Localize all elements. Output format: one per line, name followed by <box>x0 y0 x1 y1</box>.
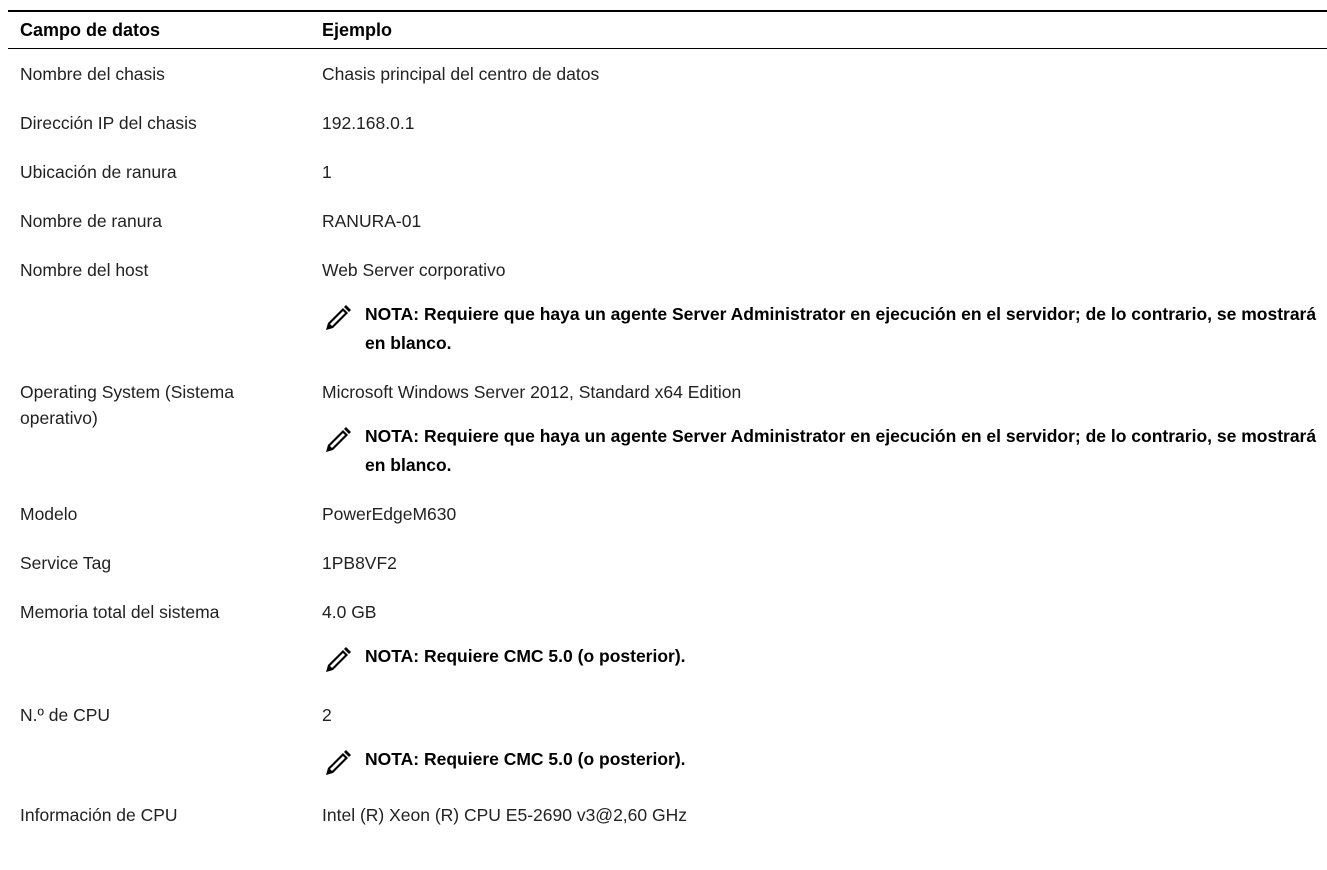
table-row: Dirección IP del chasis 192.168.0.1 <box>8 110 1327 136</box>
field-value: 1PB8VF2 <box>322 553 397 573</box>
field-value: 2 <box>322 705 332 725</box>
note: NOTA: Requiere que haya un agente Server… <box>322 300 1327 358</box>
field-value: RANURA-01 <box>322 211 422 231</box>
header-example: Ejemplo <box>322 19 393 40</box>
table-row: Nombre de ranura RANURA-01 <box>8 208 1327 234</box>
note-text: NOTA: Requiere que haya un agente Server… <box>365 426 1317 475</box>
note: NOTA: Requiere CMC 5.0 (o posterior). <box>322 745 1327 779</box>
table-row: N.º de CPU 2 NOTA: Requiere CMC 5.0 (o p… <box>8 702 1327 779</box>
field-value: 4.0 GB <box>322 602 377 622</box>
table-header-row: Campo de datos Ejemplo <box>8 12 1327 49</box>
note-text: NOTA: Requiere CMC 5.0 (o posterior). <box>365 749 686 769</box>
note-text: NOTA: Requiere CMC 5.0 (o posterior). <box>365 646 686 666</box>
field-name: Dirección IP del chasis <box>20 113 197 133</box>
field-value: Chasis principal del centro de datos <box>322 64 600 84</box>
field-value: Microsoft Windows Server 2012, Standard … <box>322 382 742 402</box>
field-value: PowerEdgeM630 <box>322 504 457 524</box>
table-row: Memoria total del sistema 4.0 GB NOTA: R… <box>8 599 1327 676</box>
field-name: Nombre de ranura <box>20 211 163 231</box>
table-row: Service Tag 1PB8VF2 <box>8 550 1327 576</box>
table-row: Modelo PowerEdgeM630 <box>8 501 1327 527</box>
field-value: 192.168.0.1 <box>322 113 415 133</box>
header-data-field: Campo de datos <box>20 19 161 40</box>
field-value: Web Server corporativo <box>322 260 506 280</box>
note: NOTA: Requiere que haya un agente Server… <box>322 422 1327 480</box>
field-name: Ubicación de ranura <box>20 162 177 182</box>
field-name: Service Tag <box>20 553 112 573</box>
field-value: 1 <box>322 162 332 182</box>
field-name: Información de CPU <box>20 805 178 825</box>
table-row: Nombre del chasis Chasis principal del c… <box>8 61 1327 87</box>
note: NOTA: Requiere CMC 5.0 (o posterior). <box>322 642 1327 676</box>
note-text: NOTA: Requiere que haya un agente Server… <box>365 304 1317 353</box>
pencil-note-icon <box>322 302 354 334</box>
pencil-note-icon <box>322 747 354 779</box>
pencil-note-icon <box>322 644 354 676</box>
field-name: Modelo <box>20 504 78 524</box>
table-row: Operating System (Sistema operativo) Mic… <box>8 379 1327 480</box>
table-row: Información de CPU Intel (R) Xeon (R) CP… <box>8 802 1327 828</box>
field-name: Memoria total del sistema <box>20 602 220 622</box>
table-row: Ubicación de ranura 1 <box>8 159 1327 185</box>
field-name: Nombre del host <box>20 260 149 280</box>
field-value: Intel (R) Xeon (R) CPU E5-2690 v3@2,60 G… <box>322 805 687 825</box>
field-name: Operating System (Sistema operativo) <box>20 382 234 428</box>
pencil-note-icon <box>322 424 354 456</box>
data-fields-table: Campo de datos Ejemplo Nombre del chasis… <box>8 10 1327 828</box>
field-name: N.º de CPU <box>20 705 111 725</box>
field-name: Nombre del chasis <box>20 64 165 84</box>
table-row: Nombre del host Web Server corporativo N… <box>8 257 1327 358</box>
